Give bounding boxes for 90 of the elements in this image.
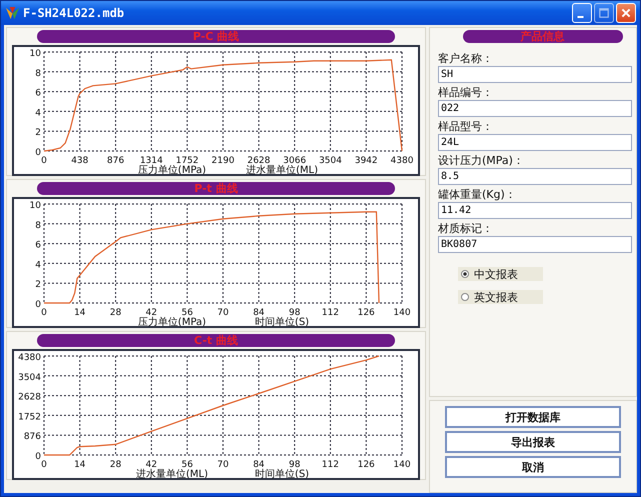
- tick-label: 438: [71, 156, 88, 166]
- tick-label: 28: [110, 308, 122, 318]
- input-field[interactable]: BK0807: [438, 236, 632, 253]
- tick-label: 28: [110, 460, 122, 470]
- tick-label: 2: [35, 280, 41, 290]
- close-icon: [620, 7, 632, 19]
- tick-label: 84: [253, 308, 265, 318]
- radio-option[interactable]: 中文报表: [458, 267, 543, 281]
- tick-label: 112: [322, 308, 339, 318]
- tick-label: 1314: [140, 156, 163, 166]
- field-label: 样品编号：: [438, 86, 494, 100]
- axis-label: 进水量单位(ML): [246, 165, 318, 174]
- input-field[interactable]: 24L: [438, 134, 632, 151]
- chart-title: C-t 曲线: [37, 334, 395, 347]
- tick-label: 3066: [283, 156, 306, 166]
- action-button[interactable]: 取消: [445, 456, 621, 478]
- tick-label: 4380: [18, 353, 41, 363]
- axis-label: 进水量单位(ML): [136, 469, 208, 478]
- chart-title: P-C 曲线: [37, 30, 395, 43]
- tick-label: 1752: [18, 412, 41, 422]
- radio-button[interactable]: [461, 270, 469, 278]
- tick-label: 10: [30, 49, 41, 59]
- app-icon: [5, 6, 20, 20]
- tick-label: 70: [217, 460, 229, 470]
- axis-label: 压力单位(MPa): [138, 317, 206, 326]
- tick-label: 8: [35, 220, 41, 231]
- field-label: 设计压力(MPa)：: [438, 154, 525, 168]
- tick-label: 2190: [212, 156, 234, 166]
- tick-label: 98: [288, 460, 300, 470]
- tick-label: 140: [393, 308, 411, 318]
- radio-label: 中文报表: [474, 266, 518, 282]
- radio-option[interactable]: 英文报表: [458, 290, 543, 304]
- tick-label: 4380: [390, 156, 414, 166]
- tick-label: 3942: [354, 156, 378, 166]
- tick-label: 6: [35, 88, 41, 99]
- action-button[interactable]: 打开数据库: [445, 406, 621, 428]
- tick-label: 56: [181, 308, 193, 318]
- tick-label: 42: [146, 460, 158, 470]
- chart-title: P-t 曲线: [37, 182, 395, 195]
- tick-label: 14: [74, 308, 86, 318]
- tick-label: 126: [358, 460, 375, 470]
- field-label: 客户名称：: [438, 52, 494, 66]
- axis-label: 时间单位(S): [254, 469, 310, 478]
- tick-label: 0: [41, 156, 47, 166]
- action-button[interactable]: 导出报表: [445, 431, 621, 453]
- field-label: 样品型号：: [438, 120, 494, 134]
- tick-label: 14: [74, 460, 86, 470]
- tick-label: 140: [393, 460, 411, 470]
- input-field[interactable]: 8.5: [438, 168, 632, 185]
- tick-label: 2628: [18, 392, 41, 403]
- maximize-icon: [598, 7, 610, 19]
- close-button[interactable]: [616, 3, 636, 23]
- tick-label: 1752: [176, 156, 199, 166]
- tick-label: 84: [253, 460, 265, 470]
- tick-label: 0: [41, 460, 47, 470]
- field-label: 材质标记：: [438, 222, 494, 236]
- tick-label: 876: [107, 156, 124, 166]
- tick-label: 2: [35, 128, 41, 138]
- tick-label: 0: [35, 300, 41, 310]
- input-field[interactable]: SH: [438, 66, 632, 83]
- tick-label: 0: [35, 148, 41, 158]
- maximize-button[interactable]: [594, 3, 614, 23]
- input-field[interactable]: 11.42: [438, 202, 632, 219]
- tick-label: 0: [35, 452, 41, 462]
- axis-label: 时间单位(S): [254, 317, 310, 326]
- minimize-icon: [576, 16, 584, 18]
- input-field[interactable]: 022: [438, 100, 632, 117]
- tick-label: 70: [217, 308, 229, 318]
- field-label: 罐体重量(Kg)：: [438, 188, 517, 202]
- tick-label: 98: [288, 308, 300, 318]
- tick-label: 6: [35, 240, 41, 251]
- tick-label: 876: [24, 432, 41, 442]
- tick-label: 112: [322, 460, 339, 470]
- tick-label: 0: [41, 308, 47, 318]
- tick-label: 42: [146, 308, 158, 318]
- tick-label: 2628: [247, 156, 270, 166]
- tick-label: 4: [35, 108, 41, 118]
- tick-label: 126: [358, 308, 375, 318]
- radio-button[interactable]: [461, 293, 469, 301]
- tick-label: 3504: [318, 156, 342, 166]
- tick-label: 4: [35, 260, 41, 270]
- panel-title: 产品信息: [462, 30, 622, 43]
- axis-label: 压力单位(MPa): [138, 165, 206, 174]
- window-title: F-SH24L022.mdb: [23, 6, 126, 20]
- minimize-button[interactable]: [572, 3, 592, 23]
- tick-label: 10: [30, 201, 41, 211]
- tick-label: 3504: [18, 372, 41, 383]
- tick-label: 8: [35, 68, 41, 79]
- tick-label: 56: [181, 460, 193, 470]
- radio-label: 英文报表: [474, 290, 518, 304]
